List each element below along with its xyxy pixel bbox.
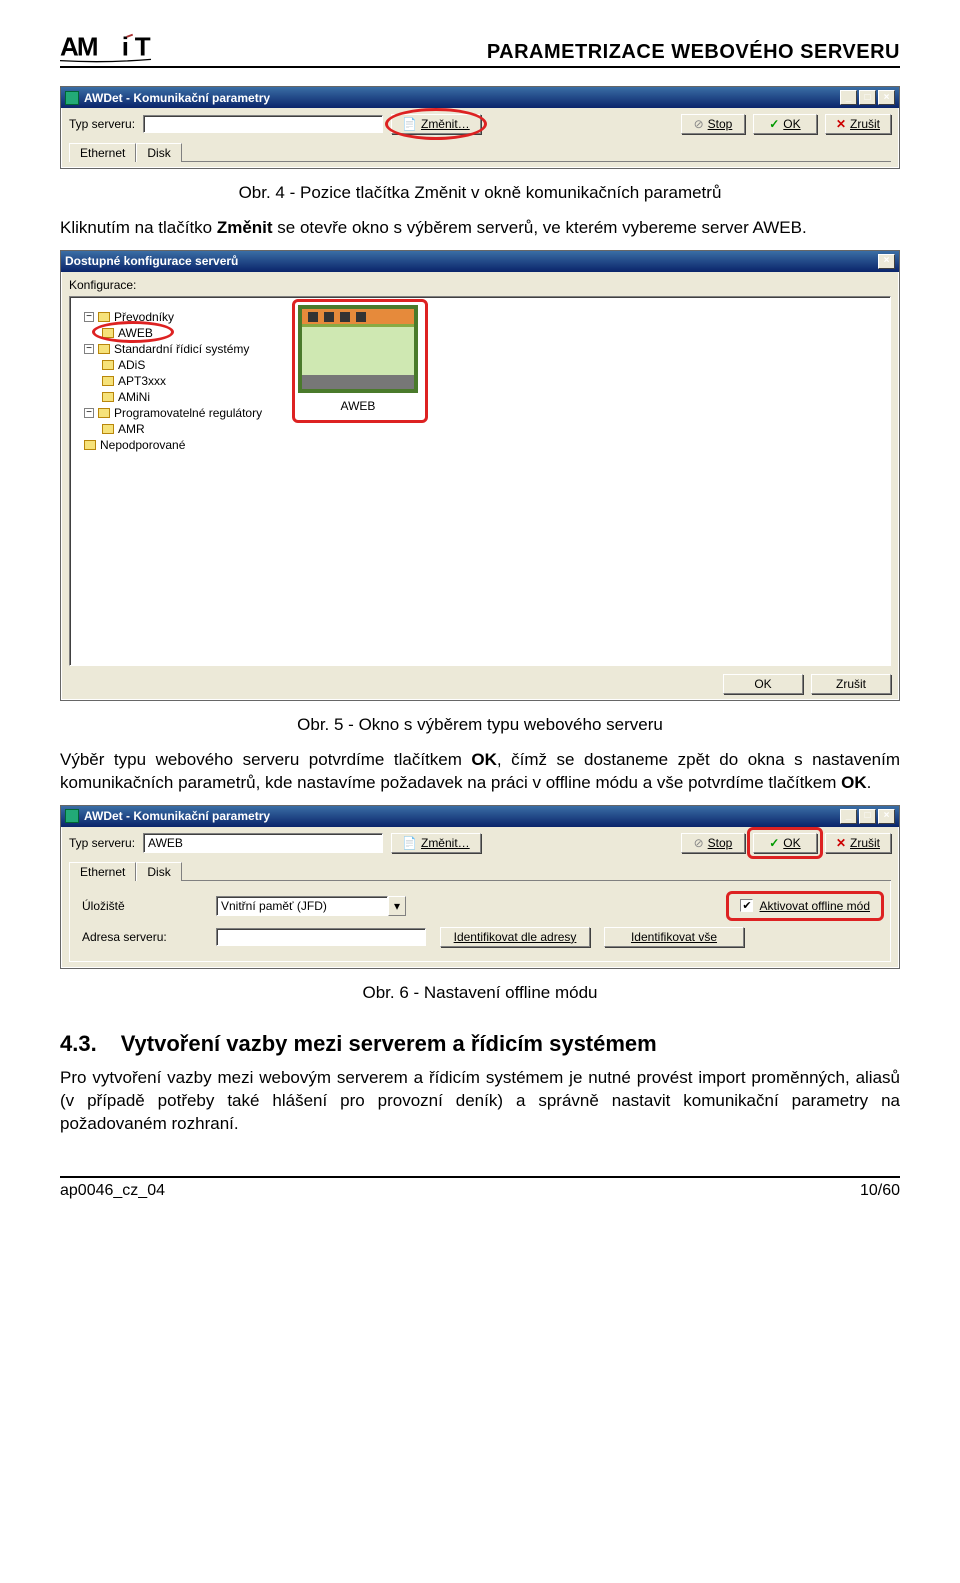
- zrusit-button[interactable]: ✕ Zrušit: [825, 114, 891, 134]
- window-awdet-1: AWDet - Komunikační parametry _ □ × Typ …: [60, 86, 900, 169]
- figure-caption-4: Obr. 4 - Pozice tlačítka Změnit v okně k…: [60, 183, 900, 203]
- close-icon[interactable]: ×: [878, 90, 895, 105]
- window-dostupne-konfigurace: Dostupné konfigurace serverů × Konfigura…: [60, 250, 900, 701]
- close-icon[interactable]: ×: [878, 809, 895, 824]
- chevron-down-icon[interactable]: ▾: [388, 896, 406, 916]
- window-title: AWDet - Komunikační parametry: [84, 809, 270, 823]
- folder-icon: [98, 312, 110, 322]
- typ-serveru-label: Typ serveru:: [69, 117, 135, 131]
- tree-item[interactable]: Nepodporované: [100, 438, 185, 452]
- stop-button[interactable]: ⊘ Stop: [681, 833, 745, 853]
- app-icon: [65, 809, 79, 823]
- tab-disk[interactable]: Disk: [136, 862, 181, 881]
- folder-icon: [102, 424, 114, 434]
- config-tree[interactable]: −Převodníky AWEB −Standardní řídicí syst…: [78, 305, 278, 453]
- svg-text:T: T: [135, 31, 151, 61]
- zmenit-button[interactable]: 📄 Změnit…: [391, 114, 481, 134]
- uloziste-label: Úložiště: [82, 899, 202, 913]
- paragraph-1: Kliknutím na tlačítko Změnit se otevře o…: [60, 217, 900, 240]
- maximize-icon[interactable]: □: [859, 90, 876, 105]
- identifikovat-vse-button[interactable]: Identifikovat vše: [604, 927, 744, 947]
- stop-button[interactable]: ⊘ Stop: [681, 114, 745, 134]
- paragraph-3: Pro vytvoření vazby mezi webovým servere…: [60, 1067, 900, 1136]
- x-icon: ✕: [836, 836, 846, 850]
- maximize-icon[interactable]: □: [859, 809, 876, 824]
- tab-ethernet[interactable]: Ethernet: [69, 143, 136, 162]
- adresa-field[interactable]: [216, 928, 426, 946]
- window-title: Dostupné konfigurace serverů: [65, 254, 238, 268]
- typ-serveru-field[interactable]: AWEB: [143, 833, 383, 853]
- tab-disk[interactable]: Disk: [136, 143, 181, 162]
- folder-icon: [102, 360, 114, 370]
- konfigurace-label: Konfigurace:: [69, 278, 891, 292]
- adresa-label: Adresa serveru:: [82, 930, 202, 944]
- folder-icon: [102, 392, 114, 402]
- tree-item[interactable]: AMR: [118, 422, 145, 436]
- window-title: AWDet - Komunikační parametry: [84, 91, 270, 105]
- paragraph-2: Výběr typu webového serveru potvrdíme tl…: [60, 749, 900, 795]
- tree-item[interactable]: AMiNi: [118, 390, 150, 404]
- check-icon: ✓: [769, 836, 779, 850]
- minimize-icon[interactable]: _: [840, 809, 857, 824]
- collapse-icon[interactable]: −: [84, 408, 94, 418]
- ok-button[interactable]: ✓ OK: [753, 833, 817, 853]
- document-icon: 📄: [402, 836, 417, 850]
- ok-button[interactable]: OK: [723, 674, 803, 694]
- document-icon: 📄: [402, 117, 417, 131]
- folder-icon: [102, 376, 114, 386]
- close-icon[interactable]: ×: [878, 254, 895, 269]
- typ-serveru-label: Typ serveru:: [69, 836, 135, 850]
- folder-icon: [98, 408, 110, 418]
- uloziste-select[interactable]: Vnitřní paměť (JFD) ▾: [216, 896, 406, 916]
- folder-icon: [102, 328, 114, 338]
- zrusit-button[interactable]: Zrušit: [811, 674, 891, 694]
- x-icon: ✕: [836, 117, 846, 131]
- tab-ethernet[interactable]: Ethernet: [69, 862, 136, 881]
- stop-icon: ⊘: [694, 836, 704, 850]
- collapse-icon[interactable]: −: [84, 312, 94, 322]
- ok-button[interactable]: ✓ OK: [753, 114, 817, 134]
- figure-caption-5: Obr. 5 - Okno s výběrem typu webového se…: [60, 715, 900, 735]
- footer-doc-id: ap0046_cz_04: [60, 1182, 165, 1200]
- device-label: AWEB: [341, 399, 376, 413]
- app-icon: [65, 91, 79, 105]
- offline-label[interactable]: Aktivovat offline mód: [759, 899, 870, 913]
- figure-caption-6: Obr. 6 - Nastavení offline módu: [60, 983, 900, 1003]
- offline-checkbox[interactable]: ✔: [740, 899, 753, 912]
- minimize-icon[interactable]: _: [840, 90, 857, 105]
- typ-serveru-field[interactable]: [143, 115, 383, 133]
- folder-icon: [84, 440, 96, 450]
- amit-logo: AM i T: [60, 30, 190, 64]
- identifikovat-adresy-button[interactable]: Identifikovat dle adresy: [440, 927, 590, 947]
- zrusit-button[interactable]: ✕ Zrušit: [825, 833, 891, 853]
- tree-item[interactable]: ADiS: [118, 358, 145, 372]
- section-4-3-heading: 4.3.Vytvoření vazby mezi serverem a řídi…: [60, 1031, 900, 1057]
- window-awdet-2: AWDet - Komunikační parametry _ □ × Typ …: [60, 805, 900, 969]
- zmenit-button[interactable]: 📄 Změnit…: [391, 833, 481, 853]
- check-icon: ✓: [769, 117, 779, 131]
- folder-icon: [98, 344, 110, 354]
- svg-text:AM: AM: [60, 31, 97, 61]
- stop-icon: ⊘: [694, 117, 704, 131]
- device-aweb-icon[interactable]: [298, 305, 418, 393]
- page-header-title: PARAMETRIZACE WEBOVÉHO SERVERU: [487, 41, 900, 64]
- tree-item-aweb[interactable]: AWEB: [118, 326, 153, 340]
- collapse-icon[interactable]: −: [84, 344, 94, 354]
- tree-item[interactable]: APT3xxx: [118, 374, 166, 388]
- footer-page-number: 10/60: [860, 1182, 900, 1200]
